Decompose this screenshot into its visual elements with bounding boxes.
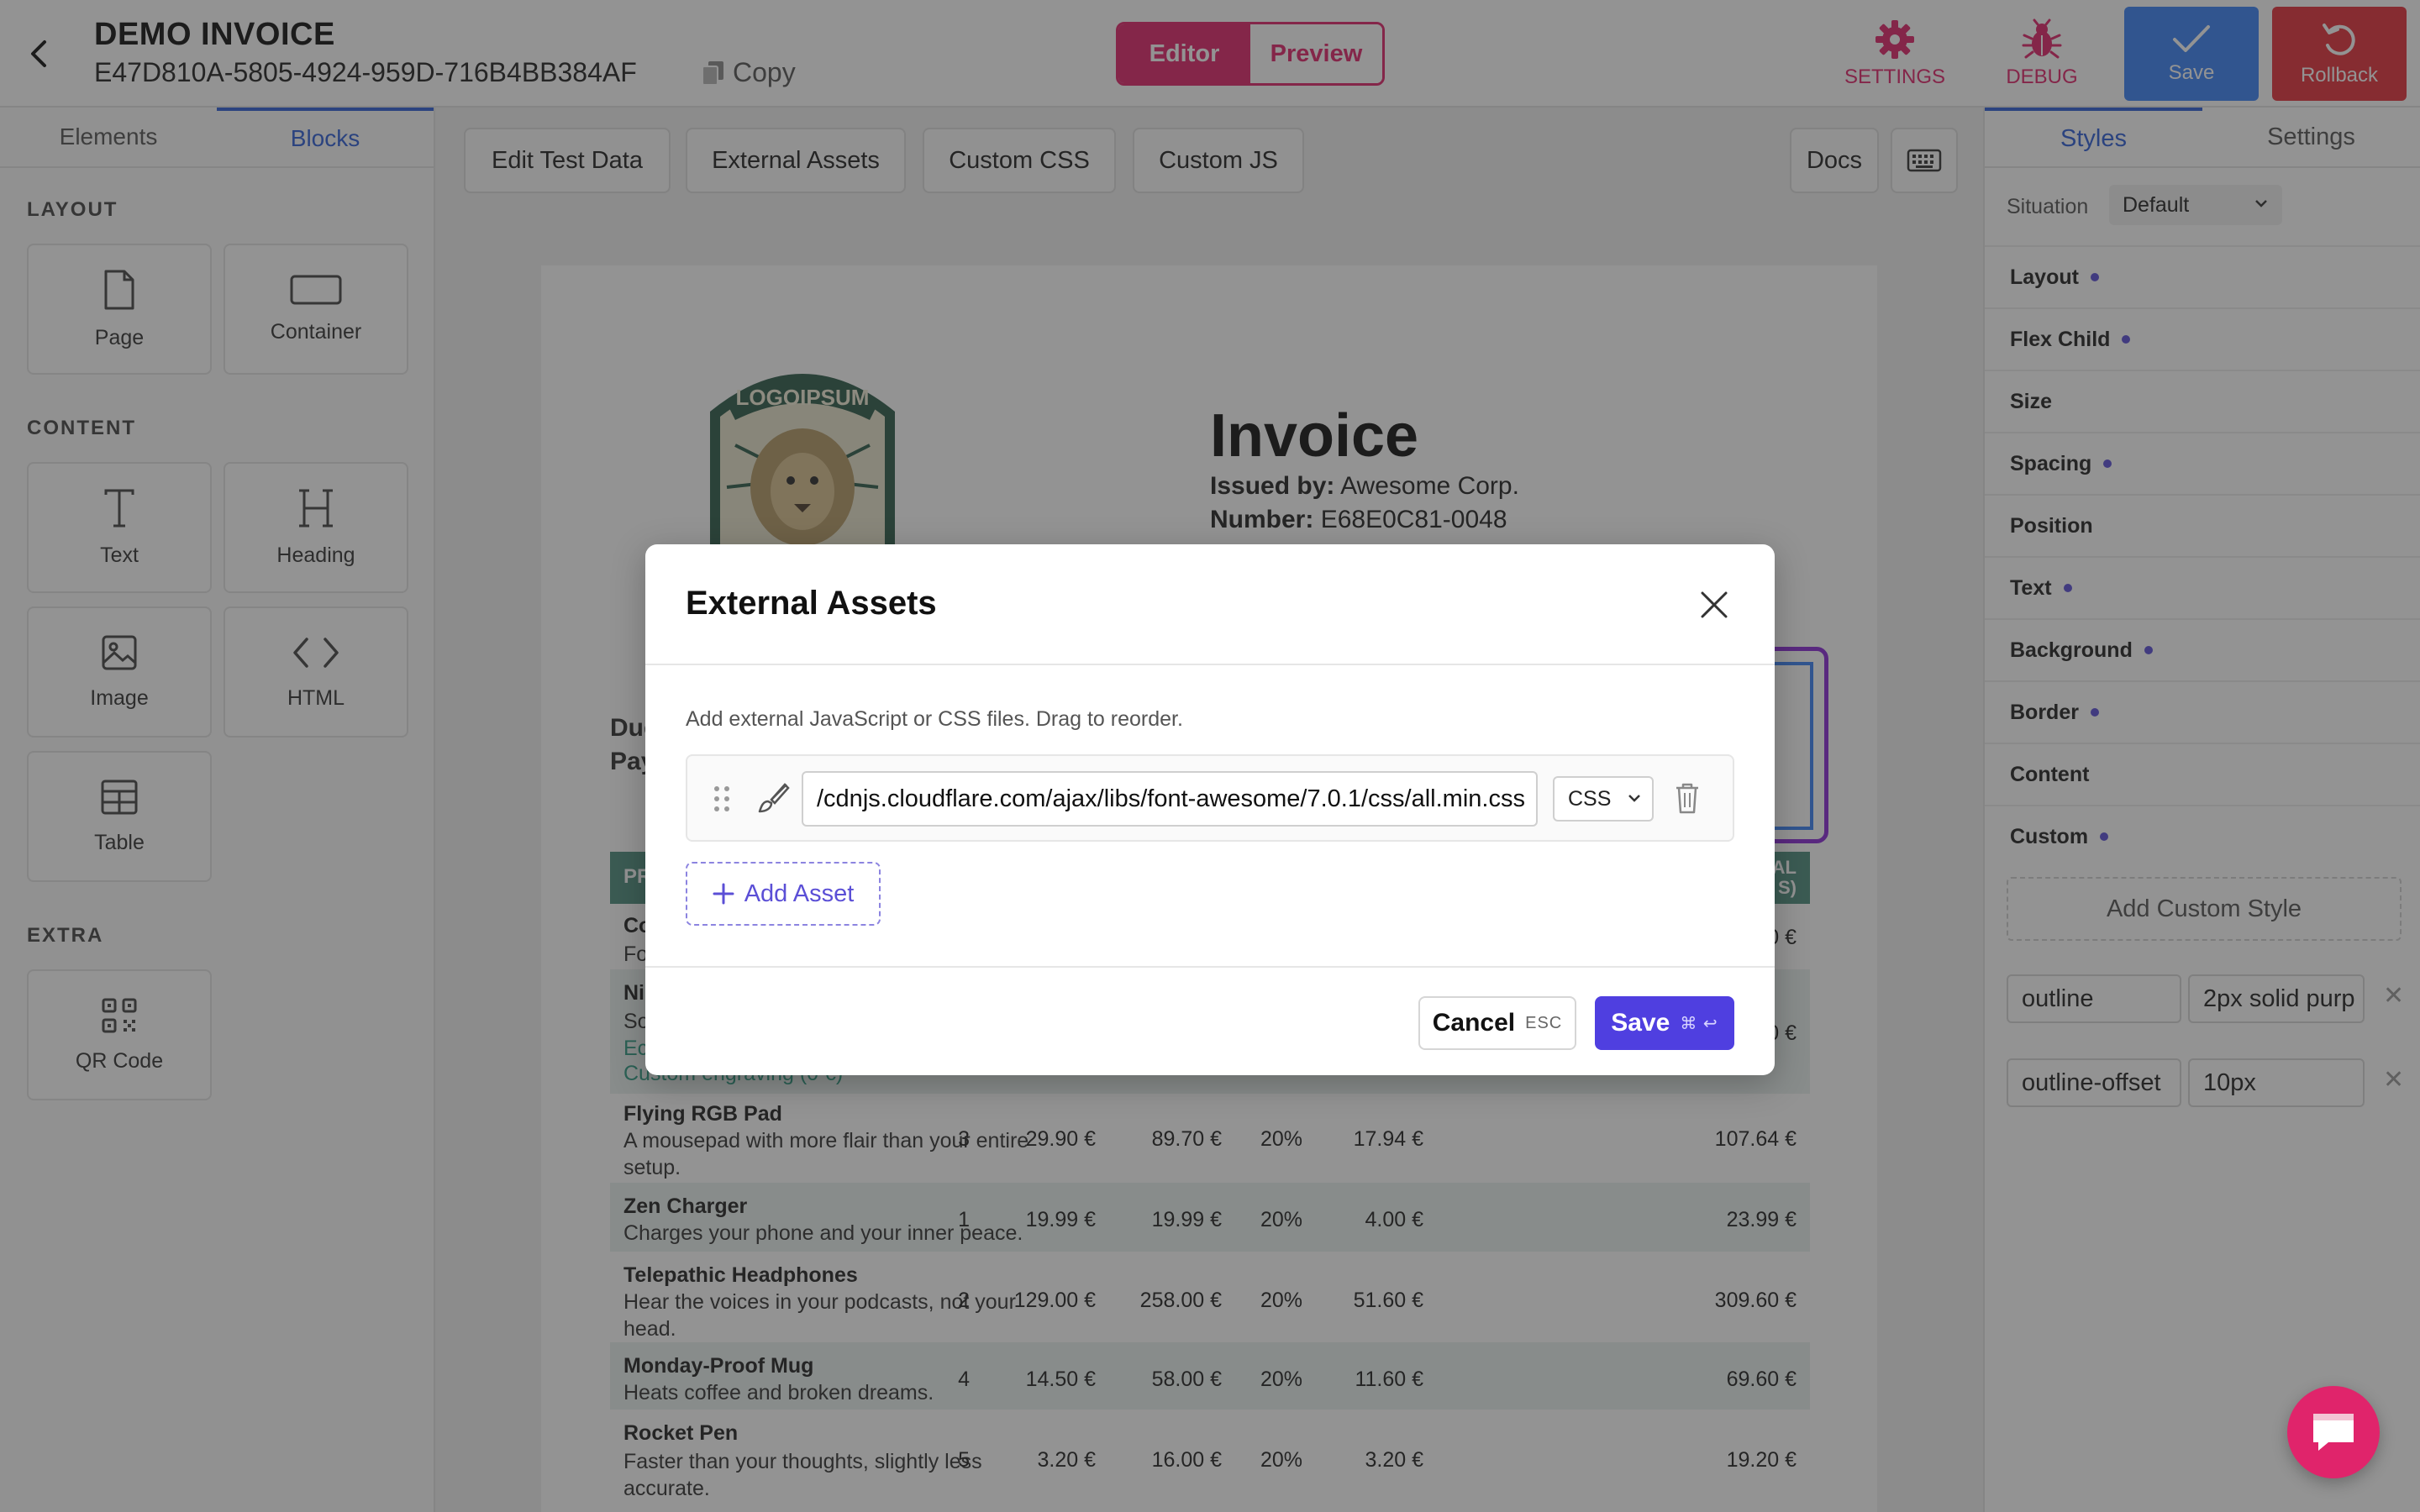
close-button[interactable] (1691, 581, 1738, 628)
modal-description: Add external JavaScript or CSS files. Dr… (686, 707, 1183, 731)
asset-row: /cdnjs.cloudflare.com/ajax/libs/font-awe… (686, 754, 1734, 842)
trash-icon (1676, 783, 1698, 814)
close-icon (1701, 591, 1728, 618)
chevron-down-icon (1625, 785, 1644, 819)
delete-asset-button[interactable] (1674, 781, 1701, 819)
drag-handle[interactable] (713, 785, 731, 817)
add-asset-label: Add Asset (744, 879, 855, 907)
plus-icon (713, 883, 734, 905)
modal-footer: Cancel ESC Save ⌘ ↩ (645, 966, 1775, 1075)
chat-icon (2313, 1414, 2354, 1451)
cancel-shortcut: ESC (1525, 1013, 1563, 1032)
cancel-button[interactable]: Cancel ESC (1418, 996, 1576, 1050)
asset-url-input[interactable]: /cdnjs.cloudflare.com/ajax/libs/font-awe… (802, 771, 1538, 827)
brush-icon (756, 781, 790, 819)
save-label: Save (1611, 1009, 1670, 1037)
modal-header: External Assets (645, 544, 1775, 665)
asset-type-value: CSS (1568, 786, 1612, 811)
modal-title: External Assets (686, 585, 937, 622)
drag-handle-icon (714, 786, 729, 811)
add-asset-button[interactable]: Add Asset (686, 862, 881, 926)
asset-type-select[interactable]: CSS (1553, 776, 1654, 822)
modal-save-button[interactable]: Save ⌘ ↩ (1595, 996, 1734, 1050)
external-assets-modal: External Assets Add external JavaScript … (645, 544, 1775, 1075)
chat-support-button[interactable] (2287, 1386, 2380, 1478)
save-shortcut: ⌘ ↩ (1680, 1014, 1718, 1033)
cancel-label: Cancel (1432, 1009, 1516, 1037)
